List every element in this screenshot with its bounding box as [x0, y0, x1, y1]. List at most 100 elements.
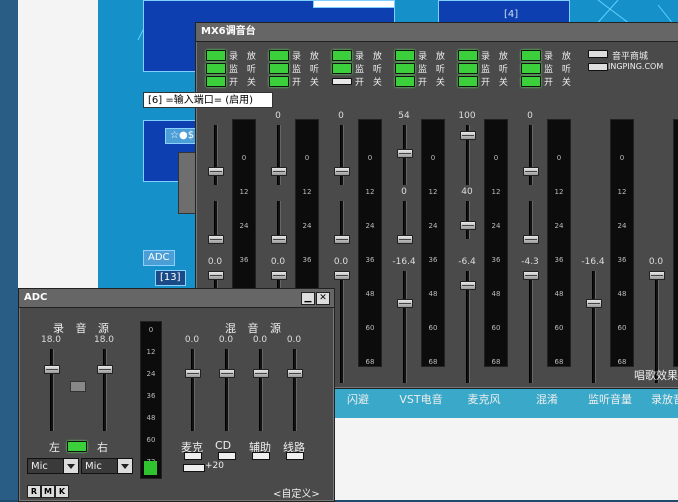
- toggle-row: 录 放: [265, 49, 323, 62]
- meter-tick: 36: [428, 256, 438, 264]
- mid-fader[interactable]: [523, 235, 539, 244]
- toggle-label: 开 关: [229, 78, 259, 88]
- fader-value: 0.0: [270, 257, 286, 267]
- top-fader[interactable]: [334, 167, 350, 176]
- close-button[interactable]: ✕: [316, 292, 330, 305]
- mix-fader[interactable]: [287, 369, 303, 378]
- top-fader[interactable]: [397, 149, 413, 158]
- mix-fader[interactable]: [219, 369, 235, 378]
- meter-tick: 0: [241, 154, 247, 162]
- toggle-label: 开 关: [418, 78, 448, 88]
- node-13-chip[interactable]: [13]: [155, 270, 186, 286]
- monitor-toggle[interactable]: [206, 63, 226, 74]
- meter-tick: 48: [674, 290, 678, 298]
- monitor-toggle[interactable]: [521, 63, 541, 74]
- on-off-toggle[interactable]: [521, 76, 541, 87]
- toggle-row: 录 放: [454, 49, 512, 62]
- toggle-row: 监 听: [328, 62, 386, 75]
- rec-play-toggle[interactable]: [206, 50, 226, 61]
- channel-name: 麦克风: [467, 393, 501, 406]
- meter-tick: 36: [302, 256, 312, 264]
- on-off-toggle[interactable]: [458, 76, 478, 87]
- link-channels-icon[interactable]: [70, 381, 86, 392]
- monitor-toggle[interactable]: [269, 63, 289, 74]
- record-right-select[interactable]: Mic: [81, 458, 133, 474]
- mid-fader[interactable]: [460, 221, 476, 230]
- toggle-row: 监 听: [517, 62, 575, 75]
- meter-tick: 24: [302, 222, 312, 230]
- mix-mute-toggle[interactable]: [218, 452, 236, 460]
- on-off-toggle[interactable]: [395, 76, 415, 87]
- monitor-toggle[interactable]: [458, 63, 478, 74]
- mid-fader[interactable]: [334, 235, 350, 244]
- rec-play-toggle[interactable]: [395, 50, 415, 61]
- effect-chip[interactable]: ☆●$: [165, 128, 200, 144]
- top-fader[interactable]: [271, 167, 287, 176]
- record-link-toggle[interactable]: [67, 441, 87, 452]
- record-left-select-value: Mic: [31, 461, 48, 472]
- monitor-toggle[interactable]: [332, 63, 352, 74]
- mid-fader[interactable]: [271, 235, 287, 244]
- record-right-fader[interactable]: [97, 365, 113, 374]
- volume-fader[interactable]: [649, 271, 665, 280]
- rec-play-toggle[interactable]: [332, 50, 352, 61]
- mixer-channel-strip: 0.0 0 12 24 36 48 60 68 录放音量: [643, 113, 678, 406]
- mid-fader[interactable]: [208, 235, 224, 244]
- on-off-toggle[interactable]: [332, 78, 352, 85]
- volume-fader[interactable]: [523, 271, 539, 280]
- minimize-button[interactable]: ▁: [301, 292, 315, 305]
- record-right-select-value: Mic: [85, 461, 102, 472]
- top-fader[interactable]: [460, 131, 476, 140]
- volume-fader[interactable]: [397, 299, 413, 308]
- mixer-titlebar[interactable]: MX6调音台: [196, 23, 678, 42]
- diagram-node-4[interactable]: [4]: [438, 0, 570, 24]
- chevron-down-icon[interactable]: [117, 459, 132, 473]
- toggle-label: 开 关: [481, 78, 511, 88]
- adc-chip[interactable]: ADC: [143, 250, 175, 266]
- mix-fader-slot: [225, 349, 229, 431]
- meter-tick: 24: [617, 222, 627, 230]
- rec-play-toggle[interactable]: [269, 50, 289, 61]
- boost-toggle[interactable]: [183, 464, 205, 472]
- r-button[interactable]: R: [27, 485, 41, 498]
- toggle-row: 开 关: [454, 75, 512, 88]
- brand-toggle-1[interactable]: [588, 50, 608, 58]
- mix-fader[interactable]: [185, 369, 201, 378]
- rec-play-toggle[interactable]: [521, 50, 541, 61]
- custom-label[interactable]: <自定义>: [273, 485, 320, 500]
- on-off-toggle[interactable]: [269, 76, 289, 87]
- mid-fader[interactable]: [397, 235, 413, 244]
- channel-name: 录放音量: [651, 393, 678, 406]
- volume-fader[interactable]: [208, 271, 224, 280]
- mix-mute-toggle[interactable]: [286, 452, 304, 460]
- meter-tick: 12: [674, 188, 678, 196]
- fader-value: -6.4: [458, 257, 476, 267]
- k-button[interactable]: K: [55, 485, 69, 498]
- chevron-down-icon[interactable]: [63, 459, 78, 473]
- adc-titlebar[interactable]: ADC: [19, 289, 334, 308]
- record-left-slot: [50, 349, 54, 431]
- on-off-toggle[interactable]: [206, 76, 226, 87]
- record-left-select[interactable]: Mic: [27, 458, 79, 474]
- top-fader[interactable]: [523, 167, 539, 176]
- mix-mute-toggle[interactable]: [252, 452, 270, 460]
- top-fader[interactable]: [208, 167, 224, 176]
- record-left-fader[interactable]: [44, 365, 60, 374]
- meter-tick: 60: [365, 324, 375, 332]
- volume-fader[interactable]: [271, 271, 287, 280]
- mix-value: 0.0: [286, 335, 302, 345]
- volume-fader[interactable]: [586, 299, 602, 308]
- meter-tick: 12: [491, 188, 501, 196]
- monitor-toggle[interactable]: [395, 63, 415, 74]
- brand-toggle-2[interactable]: [588, 63, 608, 71]
- volume-fader[interactable]: [460, 281, 476, 290]
- mix-fader[interactable]: [253, 369, 269, 378]
- mix-mute-toggle[interactable]: [184, 452, 202, 460]
- volume-fader[interactable]: [334, 271, 350, 280]
- mixer-channel-strip: 100 40 -6.4 0 12 24 36 48 60 68 麦克风: [454, 111, 512, 406]
- toggle-label: 监 听: [229, 65, 259, 75]
- m-button[interactable]: M: [41, 485, 55, 498]
- meter-tick: 60: [428, 324, 438, 332]
- rec-play-toggle[interactable]: [458, 50, 478, 61]
- toggle-group: 录 放监 听开 关: [517, 49, 575, 93]
